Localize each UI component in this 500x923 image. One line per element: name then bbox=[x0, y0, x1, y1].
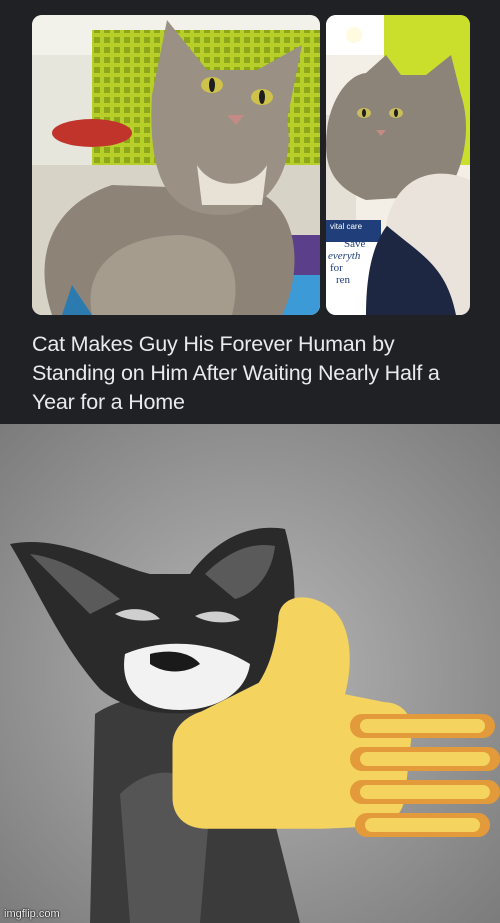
article-card[interactable]: vital care Save everyth for ren Cat Make… bbox=[0, 0, 500, 424]
store-sign-brand: vital care bbox=[330, 222, 363, 231]
store-sign-line-1: Save bbox=[344, 238, 366, 250]
store-sign-line-3: for bbox=[330, 262, 343, 274]
store-sign: vital care Save everyth for ren bbox=[326, 219, 381, 314]
store-sign-line-2: everyth bbox=[328, 250, 361, 262]
cat-photo-main bbox=[32, 15, 320, 315]
article-headline[interactable]: Cat Makes Guy His Forever Human by Stand… bbox=[32, 330, 472, 417]
imgflip-watermark: imgflip.com bbox=[4, 908, 60, 920]
store-sign-line-4: ren bbox=[336, 274, 351, 286]
thumbs-up-cat-meme: imgflip.com bbox=[0, 424, 500, 923]
